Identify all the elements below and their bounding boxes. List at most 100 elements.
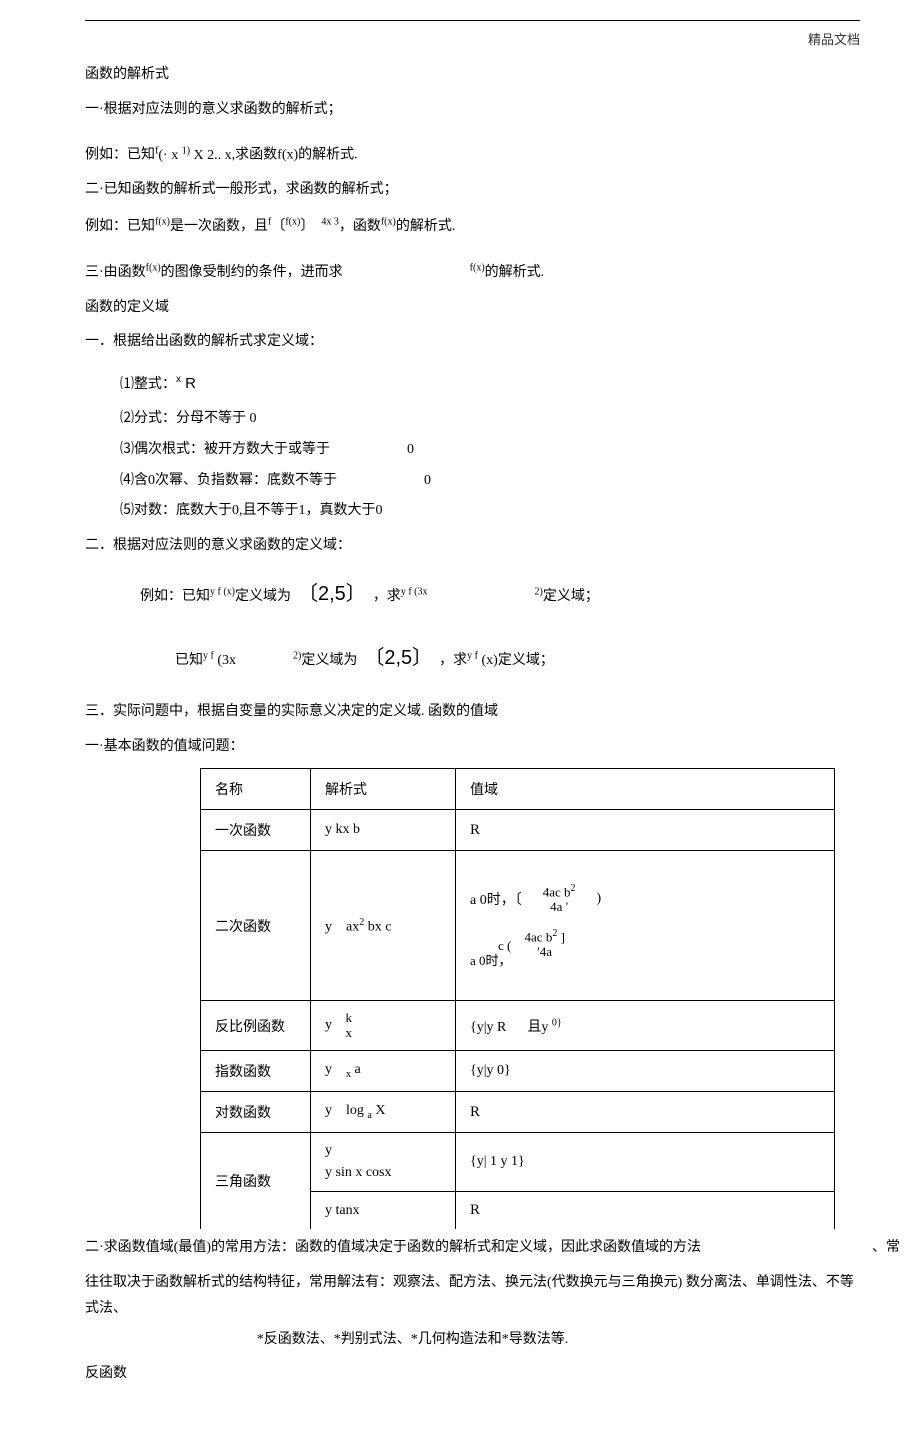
range-table: 名称 解析式 值域 一次函数 y kx b R 二次函数 y ax2 bx c … [200,768,835,1229]
val: R [470,1202,480,1218]
interval: 〔2,5〕 [364,647,432,669]
table-row: 三角函数 y y sin x cosx {y| 1 y 1} [201,1133,835,1192]
expr: f(· x 1) X 2.. x [155,148,232,163]
text: a 0时， [470,953,512,969]
sec1-p1: 一·根据对应法则的意义求函数的解析式； [85,97,860,124]
den: '4a [522,945,568,959]
val: R [470,822,480,838]
cell: 二次函数 [201,851,311,1001]
text: ,求函数f(x)的解析式. [232,148,358,163]
text: 例如：已知 [85,148,155,163]
th-name: 名称 [201,769,311,810]
sec2-ex3: 例如：已知y f (x)定义域为 〔2,5〕 ，求y f (3x 2)定义域； [85,575,860,613]
text: f(x)的解析式. [470,265,545,280]
text: ，求y f (x)定义域； [436,653,554,668]
sec1-title: 函数的解析式 [85,62,860,89]
text: 2)定义域为 [293,653,361,668]
cell: R [456,810,835,851]
th-expr: 解析式 [311,769,456,810]
sec2-title: 函数的定义域 [85,295,860,322]
table-row: 反比例函数 y k x {y|y R 且y 0} [201,1001,835,1051]
cell: a 0时，〔 4ac b2 4a ' ) c ( a 0时， 4ac b2 ] [456,851,835,1001]
sec3-p2: 往往取决于函数解析式的结构特征，常用解法有：观察法、配方法、换元法(代数换元与三… [85,1270,860,1323]
sec3-p3: *反函数法、*判别式法、*几何构造法和*导数法等. [85,1327,860,1354]
text: y sin x cosx [325,1165,441,1181]
cell: 对数函数 [201,1092,311,1133]
sec1-ex1: 例如：已知f(· x 1) X 2.. x,求函数f(x)的解析式. [85,141,860,169]
sec1-ex2: 例如：已知f(x)是一次函数，且f〔f(x)〕 4x 3，函数f(x)的解析式. [85,212,860,240]
text: 二·求函数值域(最值)的常用方法：函数的值域决定于函数的解析式和定义域，因此求函… [85,1240,701,1255]
sec2-i4: ⑷含0次幂、负指数幂：底数不等于 0 [85,468,860,495]
header-label: 精品文档 [85,29,860,48]
sec2-i2: ⑵分式：分母不等于 0 [85,406,860,433]
den: 4a ' [540,900,579,914]
stack: c ( a 0时， [470,938,512,969]
cell: 一次函数 [201,810,311,851]
text: ⑴整式： [120,377,176,392]
expr: x R [176,375,196,392]
num: 4ac b2 [540,883,579,900]
table-row: 对数函数 y log a X R [201,1092,835,1133]
cell: R [456,1192,835,1230]
num: 4ac b2 ] [522,928,568,945]
text: 2)定义域； [534,589,598,604]
text: c ( [470,938,512,954]
th-range: 值域 [456,769,835,810]
cell: 三角函数 [201,1133,311,1230]
text: ，求y f (3x [369,589,427,604]
sec2-i1: ⑴整式：x R [85,370,860,399]
text: 例如：已知f(x)是一次函数，且 [85,219,268,234]
sec1-p2: 二·已知函数的解析式一般形式，求函数的解析式； [85,177,860,204]
table-row: 名称 解析式 值域 [201,769,835,810]
val: 0 [407,442,414,457]
header-rule [85,20,860,21]
sec3-p1: 二·求函数值域(最值)的常用方法：函数的值域决定于函数的解析式和定义域，因此求函… [85,1235,860,1262]
sec2-p4: 一·基本函数的值域问题： [85,734,860,761]
sec2-i3: ⑶偶次根式：被开方数大于或等于 0 [85,437,860,464]
quad-case2: c ( a 0时， 4ac b2 ] '4a [470,928,820,969]
fraction: k x [343,1011,356,1040]
expr: f〔f(x)〕 4x 3 [268,219,339,234]
text: a 0时，〔 [470,889,522,909]
cell: y kx b [311,810,456,851]
quad-case1: a 0时，〔 4ac b2 4a ' ) [470,883,820,914]
text: ⑷含0次幂、负指数幂：底数不等于 [120,473,337,488]
cell: y k x [311,1001,456,1051]
cell: 反比例函数 [201,1001,311,1051]
cell: {y| 1 y 1} [456,1133,835,1192]
document-page: 精品文档 函数的解析式 一·根据对应法则的意义求函数的解析式； 例如：已知f(·… [0,0,920,1436]
cell: y x a [311,1051,456,1092]
val: 0 [424,473,431,488]
cell: y log a X [311,1092,456,1133]
den: x [343,1026,356,1040]
sec2-p2: 二．根据对应法则的意义求函数的定义域： [85,533,860,560]
sec2-i5: ⑸对数：底数大于0,且不等于1，真数大于0 [85,498,860,525]
sec2-ex4: 已知y f (3x 2)定义域为 〔2,5〕 ，求y f (x)定义域； [85,639,860,677]
fraction: 4ac b2 ] '4a [522,928,568,959]
text: 、常 [872,1235,900,1262]
sec1-p3: 三·由函数f(x)的图像受制约的条件，进而求 f(x)的解析式. [85,258,860,286]
val: R [470,1104,480,1120]
sec2-p3: 三．实际问题中，根据自变量的实际意义决定的定义域. 函数的值域 [85,699,860,726]
num: k [343,1011,356,1025]
text: 三·由函数f(x)的图像受制约的条件，进而求 [85,265,343,280]
text: 已知y f (3x [175,653,236,668]
text: ⑶偶次根式：被开方数大于或等于 [120,442,330,457]
text: ，函数f(x)的解析式. [339,219,456,234]
text: ) [597,891,602,907]
cell: y y sin x cosx [311,1133,456,1192]
cell: {y|y 0} [456,1051,835,1092]
fraction: 4ac b2 4a ' [540,883,579,914]
cell: R [456,1092,835,1133]
cell: y ax2 bx c [311,851,456,1001]
sec3-p4: 反函数 [85,1361,860,1388]
sec2-p1: 一．根据给出函数的解析式求定义域： [85,329,860,356]
text: 例如：已知y f (x)定义域为 [140,589,295,604]
cell: y tanx [311,1192,456,1230]
cell: {y|y R 且y 0} [456,1001,835,1051]
table-row: 指数函数 y x a {y|y 0} [201,1051,835,1092]
text: y [325,1018,332,1033]
interval: 〔2,5〕 [298,583,366,605]
cell: 指数函数 [201,1051,311,1092]
table-row: 一次函数 y kx b R [201,810,835,851]
